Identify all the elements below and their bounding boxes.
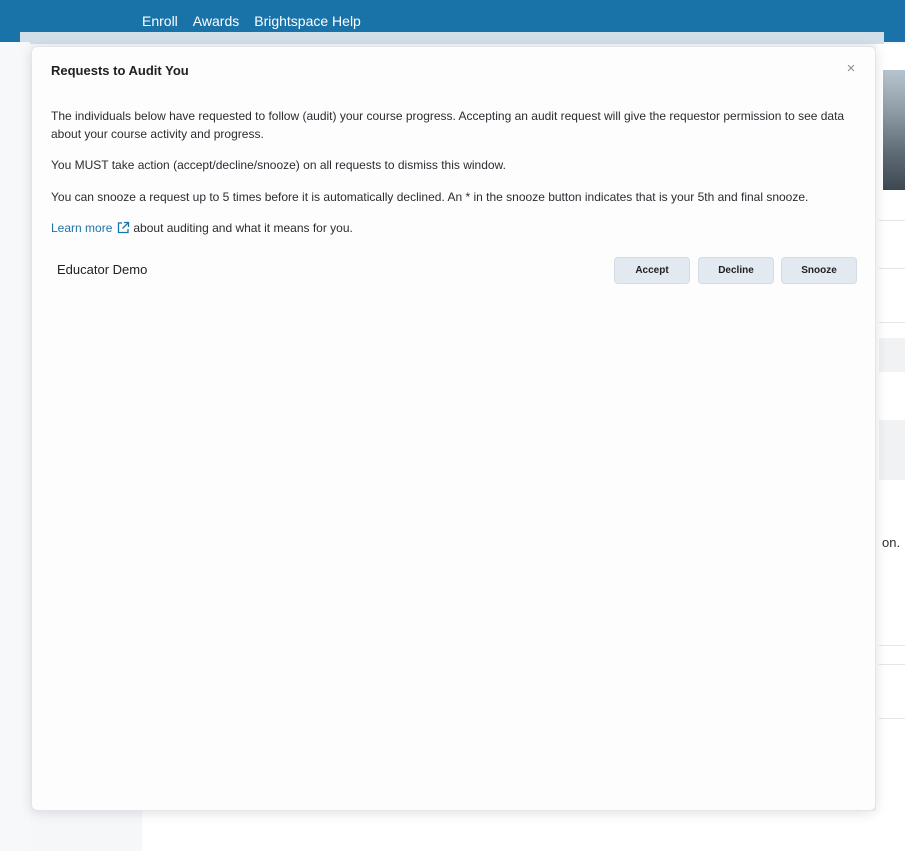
learn-more-link[interactable]: Learn more xyxy=(51,219,112,237)
snooze-button[interactable]: Snooze xyxy=(781,257,857,284)
background-block xyxy=(879,338,905,372)
nav-link-brightspace-help[interactable]: Brightspace Help xyxy=(254,12,361,30)
background-divider xyxy=(879,322,905,323)
action-required-paragraph: You MUST take action (accept/decline/sno… xyxy=(51,158,506,172)
header-band xyxy=(20,32,884,44)
background-block xyxy=(879,420,905,480)
learn-more-suffix: about auditing and what it means for you… xyxy=(133,221,353,235)
top-nav: Enroll Awards Brightspace Help xyxy=(142,12,361,30)
background-divider xyxy=(879,268,905,269)
requestor-name: Educator Demo xyxy=(57,262,148,277)
background-divider xyxy=(879,664,905,665)
background-divider xyxy=(879,645,905,646)
background-partial-text: on. xyxy=(882,535,901,550)
close-icon: × xyxy=(846,60,856,77)
decline-button[interactable]: Decline xyxy=(698,257,774,284)
background-left-strip xyxy=(0,42,30,851)
background-divider xyxy=(879,220,905,221)
intro-paragraph: The individuals below have requested to … xyxy=(51,109,845,141)
background-bottom-area xyxy=(142,811,905,851)
nav-link-awards[interactable]: Awards xyxy=(193,12,239,30)
background-divider xyxy=(879,718,905,719)
dialog-title: Requests to Audit You xyxy=(51,63,189,78)
accept-button[interactable]: Accept xyxy=(614,257,690,284)
audit-requests-dialog: Requests to Audit You × The individuals … xyxy=(31,46,876,811)
background-banner-image xyxy=(883,70,905,190)
nav-link-enroll[interactable]: Enroll xyxy=(142,12,178,30)
snooze-info-paragraph: You can snooze a request up to 5 times b… xyxy=(51,190,809,204)
close-button[interactable]: × xyxy=(843,61,859,77)
request-row: Educator Demo Accept Decline Snooze xyxy=(51,257,858,285)
learn-more-row: Learn more about auditing and what it me… xyxy=(51,219,353,237)
external-link-icon xyxy=(118,221,130,234)
